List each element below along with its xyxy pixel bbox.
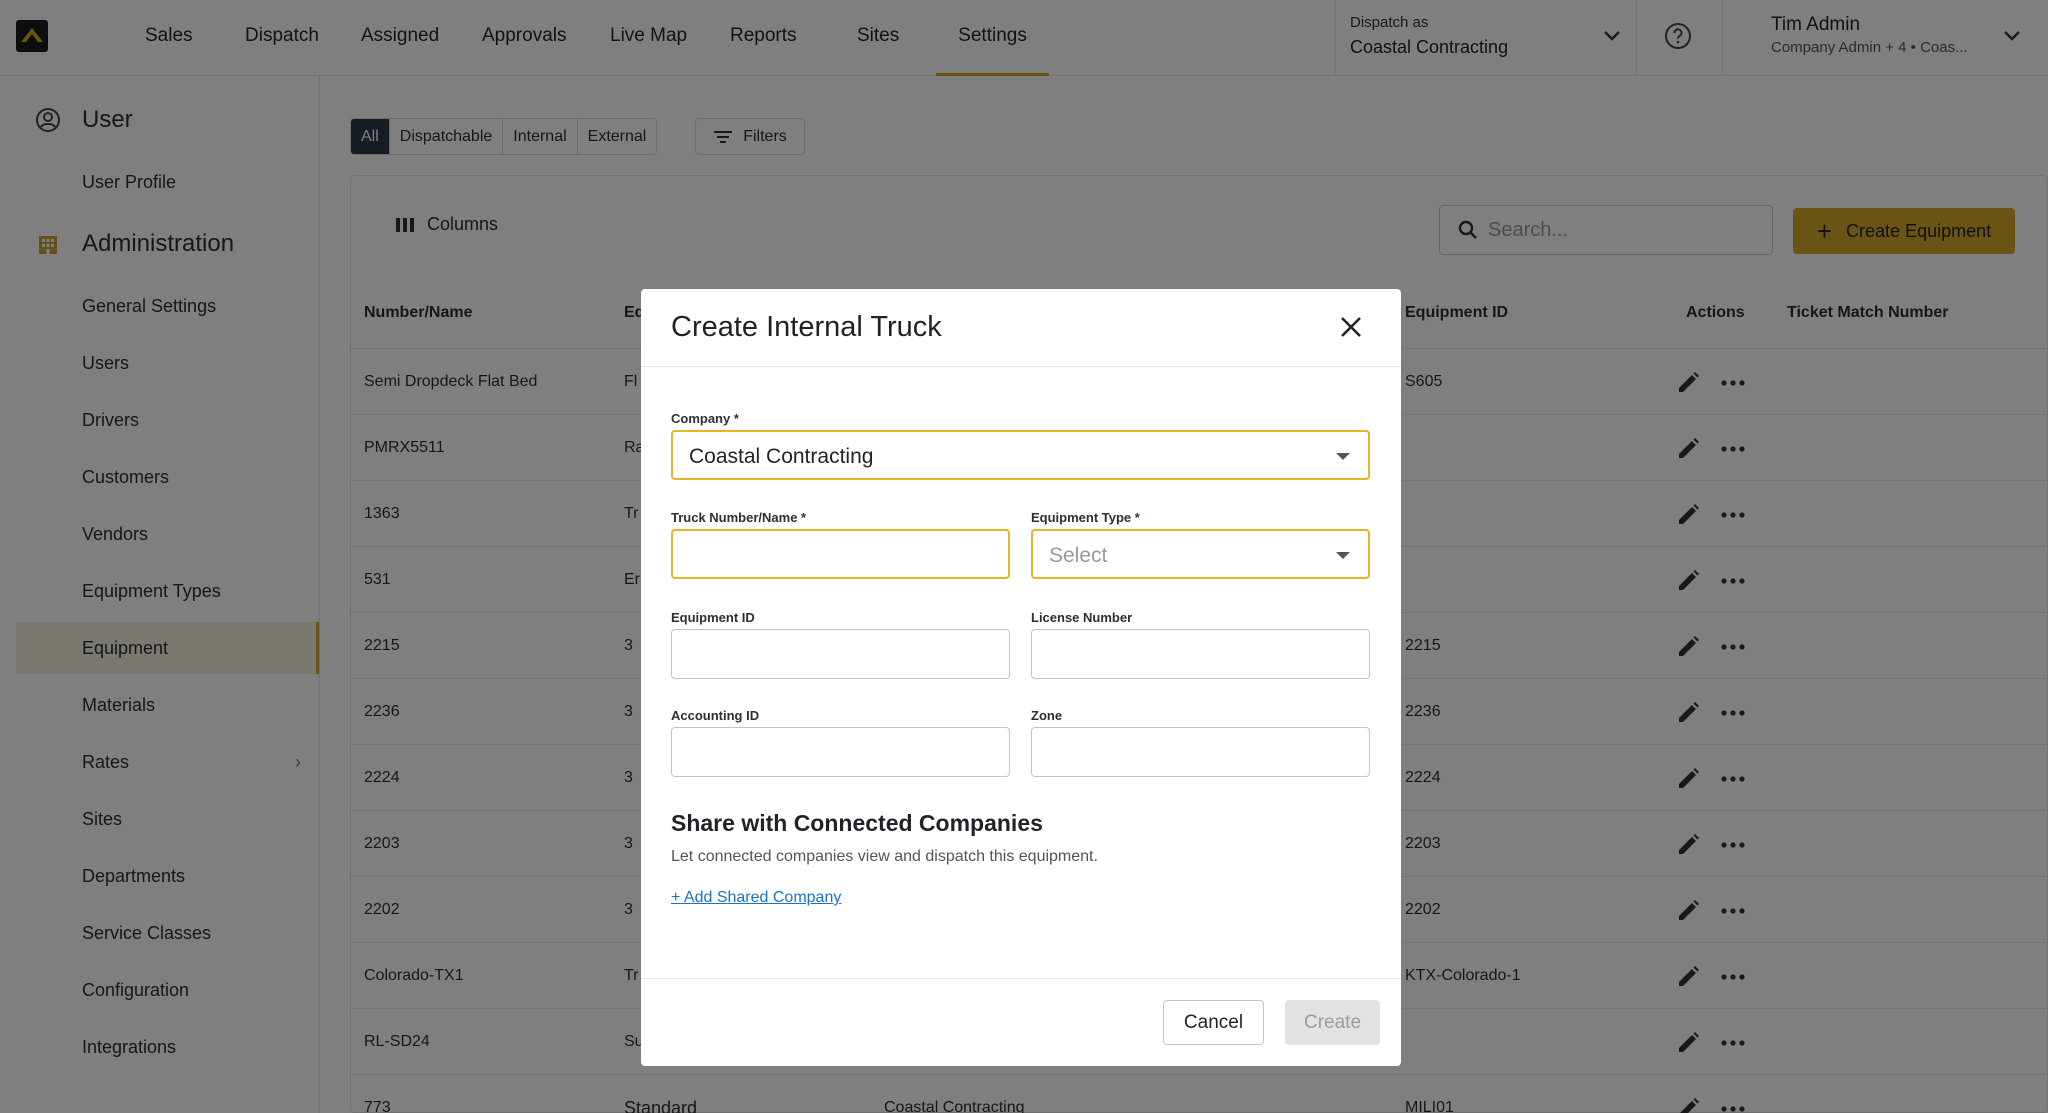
equipment-id-input[interactable] [671,629,1010,679]
company-label: Company * [671,411,739,426]
equipment-type-select[interactable]: Select [1031,529,1370,579]
close-icon[interactable] [1337,313,1365,341]
dialog-header-divider [641,366,1401,367]
equipment-type-placeholder: Select [1049,544,1108,567]
cancel-button[interactable]: Cancel [1163,1000,1264,1045]
share-section-title: Share with Connected Companies [671,810,1043,836]
caret-down-icon [1336,453,1350,460]
dialog-footer-divider [641,978,1401,979]
share-section-description: Let connected companies view and dispatc… [671,848,1098,865]
equipment-id-label: Equipment ID [671,610,755,625]
caret-down-icon [1336,552,1350,559]
company-select[interactable]: Coastal Contracting [671,430,1370,480]
add-shared-company-link[interactable]: + Add Shared Company [671,889,841,907]
license-number-label: License Number [1031,610,1133,625]
truck-number-label: Truck Number/Name * [671,510,807,525]
accounting-id-label: Accounting ID [671,708,760,723]
truck-number-input[interactable] [671,529,1010,579]
create-internal-truck-dialog: Create Internal Truck Company * Coastal … [641,289,1401,1066]
create-button[interactable]: Create [1285,1000,1380,1045]
accounting-id-input[interactable] [671,727,1010,777]
zone-input[interactable] [1031,727,1370,777]
zone-label: Zone [1031,708,1063,723]
company-value: Coastal Contracting [689,445,874,468]
license-number-input[interactable] [1031,629,1370,679]
equipment-type-label: Equipment Type * [1031,510,1140,525]
dialog-title: Create Internal Truck [671,311,942,343]
